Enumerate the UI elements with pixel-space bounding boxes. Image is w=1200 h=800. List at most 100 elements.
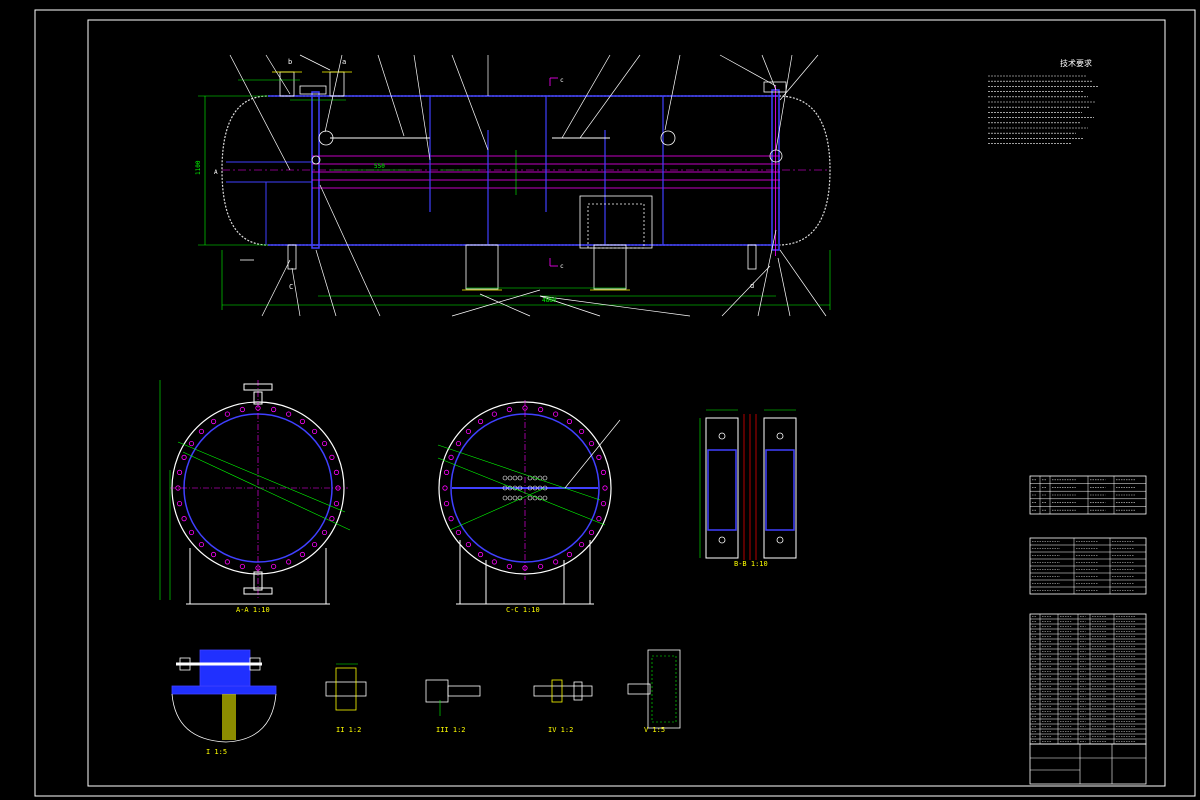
bolt-hole (176, 501, 183, 507)
bolt-hole (588, 529, 595, 536)
bolt-hole (600, 501, 607, 507)
section-c-c-view: C-C 1:10 (437, 400, 621, 614)
bolt-hole (321, 529, 328, 536)
bolt-hole (602, 485, 608, 491)
section-letter-A: A (214, 169, 218, 176)
bolt-hole (329, 516, 335, 522)
bolt-hole (286, 559, 292, 565)
detail-v-plate (647, 649, 681, 729)
b-dimension-lines (699, 409, 796, 558)
main-view: b a c c A C d 4880 1100 550 (195, 54, 831, 317)
sump-box-inner (587, 203, 645, 249)
design-table-grid (1030, 538, 1146, 594)
bolt-hole (286, 411, 292, 417)
tube-circle (507, 495, 513, 501)
parts-list-table (1029, 613, 1147, 745)
bolt-hole (224, 559, 230, 565)
b-bolt-hole-3 (718, 536, 726, 544)
tube-circle (512, 475, 518, 481)
bolt-hole (271, 406, 277, 413)
tech-requirements-lines (988, 75, 1098, 144)
dim-tube-segment: 550 (374, 163, 385, 170)
detail-iv-view: IV 1:2 (533, 679, 593, 734)
bolt-hole (465, 541, 472, 548)
b-saddle-left-web (707, 449, 737, 531)
bolt-hole (455, 529, 462, 536)
cad-drawing-canvas: b a c c A C d 4880 1100 550 A-A 1:10 C-C… (34, 9, 1196, 797)
vessel-shell (221, 95, 831, 246)
part-letter-d: d (750, 282, 754, 290)
bolt-hole (271, 563, 277, 570)
bolt-hole (299, 551, 306, 558)
section-letter-c-bottom: c (560, 263, 564, 270)
bolt-hole (210, 551, 217, 558)
bolt-hole (553, 559, 559, 565)
bolt-hole (299, 418, 306, 425)
detail-v-hatch (651, 655, 677, 723)
part-letter-c: C (289, 283, 293, 291)
dim-shell-height: 1100 (195, 160, 202, 175)
bolt-hole (448, 516, 454, 522)
tube-circle (512, 495, 518, 501)
bolt-hole (477, 418, 484, 425)
b-bolt-hole-1 (718, 432, 726, 440)
bolt-hole (321, 440, 328, 447)
caption-c-c: C-C 1:10 (506, 606, 540, 614)
bolt-hole (333, 501, 340, 507)
detail-v-pin (627, 683, 651, 695)
baffles (429, 96, 664, 245)
bolt-hole (188, 529, 195, 536)
detail-i-flange (171, 685, 277, 695)
detail-v-view: V 1:5 (627, 649, 681, 734)
tube-circle (542, 475, 548, 481)
bolt-hole (176, 469, 183, 475)
tube-circle (527, 495, 533, 501)
tech-requirements-title: 技术要求 (1060, 58, 1092, 68)
bolt-hole (465, 428, 472, 435)
bolt-hole (477, 551, 484, 558)
bolt-hole (443, 501, 450, 507)
detail-ii-plate (335, 667, 357, 711)
bolt-hole (442, 485, 448, 491)
bolt-hole (506, 406, 512, 413)
b-bolt-hole-4 (776, 536, 784, 544)
detail-iii-view: III 1:2 (425, 679, 481, 734)
section-a-a-view: A-A 1:10 (159, 380, 351, 614)
caption-detail-ii: II 1:2 (336, 726, 361, 734)
c-balloon-leader (564, 419, 621, 489)
bolt-hole (443, 469, 450, 475)
tube-circle (502, 495, 508, 501)
bolt-hole (596, 516, 602, 522)
bolt-hole (566, 551, 573, 558)
bolt-hole (198, 428, 205, 435)
b-center-lines (743, 414, 757, 560)
bolt-hole (239, 563, 245, 570)
bolt-hole (311, 541, 318, 548)
bolt-hole (538, 563, 544, 570)
tube-circle (517, 475, 523, 481)
bolt-hole (210, 418, 217, 425)
bolt-hole (311, 428, 318, 435)
caption-detail-iv: IV 1:2 (548, 726, 573, 734)
bolt-hole (596, 454, 602, 460)
bolt-hole (181, 454, 187, 460)
bolt-hole (455, 440, 462, 447)
balloon-leaders-top (229, 54, 819, 171)
tube-circle (507, 475, 513, 481)
title-block (1029, 743, 1147, 785)
caption-detail-v: V 1:5 (644, 726, 665, 734)
caption-detail-iii: III 1:2 (436, 726, 466, 734)
bolt-hole (506, 563, 512, 570)
nozzle-table (1029, 475, 1147, 515)
bolt-hole (491, 559, 497, 565)
caption-detail-i: I 1:5 (206, 748, 227, 756)
bolt-hole (448, 454, 454, 460)
detail-iv-rod (533, 685, 593, 697)
bolt-hole (600, 469, 607, 475)
detail-i-weld (222, 694, 236, 740)
tube-circle (542, 495, 548, 501)
detail-i-view: I 1:5 (171, 649, 277, 756)
parts-list-grid (1030, 614, 1146, 744)
caption-b-b: B-B 1:10 (734, 560, 768, 568)
bolt-hole (566, 418, 573, 425)
